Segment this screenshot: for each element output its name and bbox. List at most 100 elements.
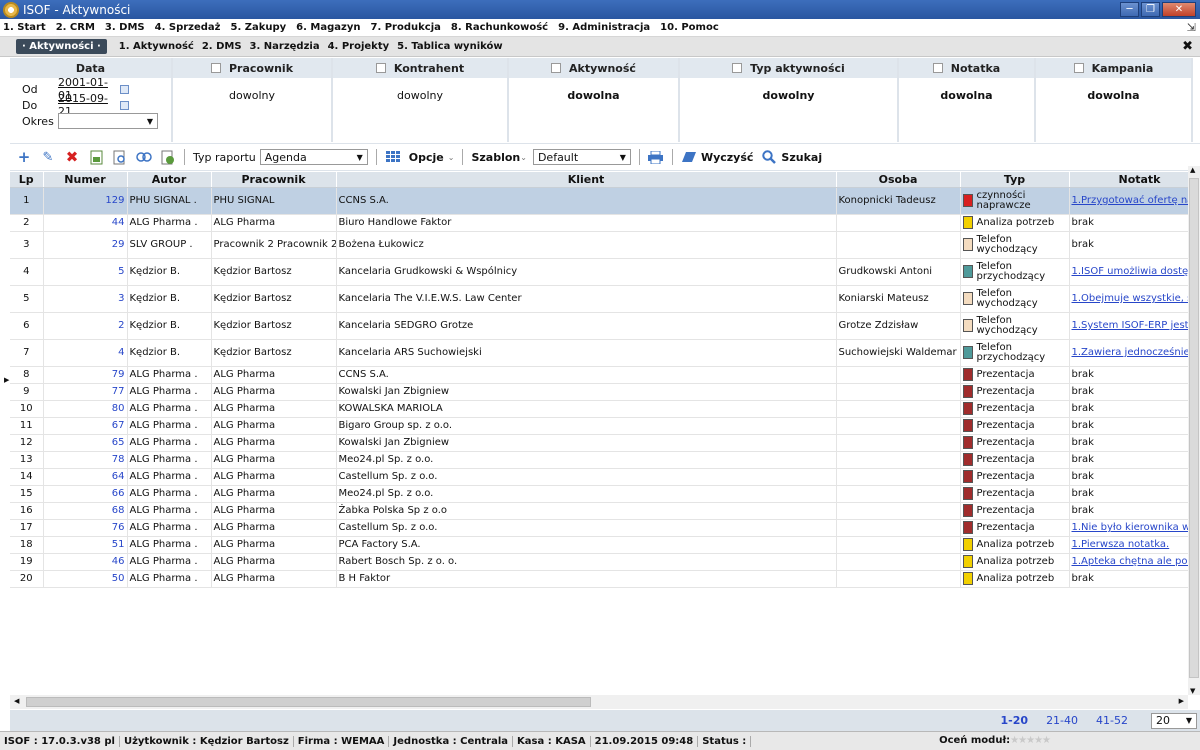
okres-select[interactable]: ▼ (58, 113, 158, 129)
chevron-down-icon[interactable]: ⌄ (448, 153, 455, 162)
print-icon[interactable] (648, 149, 664, 165)
star-icon[interactable]: ★ (1034, 735, 1043, 746)
close-tab-icon[interactable]: ✖ (1182, 39, 1193, 54)
page-link[interactable]: 1-20 (1001, 714, 1029, 727)
menu-item-10[interactable]: 10. Pomoc (655, 22, 724, 33)
run-document-icon[interactable] (160, 149, 176, 165)
delete-icon[interactable]: ✖ (64, 148, 80, 166)
star-icon[interactable]: ★ (1018, 735, 1027, 746)
szablon-select[interactable]: Default ▼ (532, 149, 631, 165)
link-rings-icon[interactable] (136, 149, 152, 165)
column-header[interactable]: Osoba (836, 172, 961, 188)
cell-notatka[interactable]: 1.ISOF umożliwia dostęp (1069, 258, 1188, 286)
cell-numer[interactable]: 79 (43, 366, 128, 384)
eraser-icon[interactable] (681, 149, 697, 165)
cell-numer[interactable]: 51 (43, 536, 128, 554)
tab-aktywnosci[interactable]: · Aktywności · (16, 39, 107, 54)
menu-item-4[interactable]: 4. Sprzedaż (150, 22, 226, 33)
table-row[interactable]: 18 51 ALG Pharma . ALG Pharma PCA Factory S.… (10, 536, 1188, 554)
filter-checkbox[interactable] (210, 63, 221, 73)
table-row[interactable]: 2 44 ALG Pharma . ALG Pharma Biuro Handlowe … (10, 214, 1188, 232)
cell-numer[interactable]: 78 (43, 451, 128, 469)
column-header[interactable]: Pracownik (211, 172, 337, 188)
cell-notatka[interactable]: 1.Przygotować ofertę na (1069, 187, 1188, 215)
table-row[interactable]: 12 65 ALG Pharma . ALG Pharma Kowalski Jan Z… (10, 434, 1188, 452)
scroll-right-icon[interactable]: ▶ (1179, 697, 1184, 705)
cell-numer[interactable]: 3 (43, 285, 128, 313)
table-row[interactable]: 15 66 ALG Pharma . ALG Pharma Meo24.pl Sp. z… (10, 485, 1188, 503)
table-row[interactable]: 11 67 ALG Pharma . ALG Pharma Bigaro Group s… (10, 417, 1188, 435)
table-row[interactable]: 19 46 ALG Pharma . ALG Pharma Rabert Bosch S… (10, 553, 1188, 571)
cell-notatka[interactable]: 1.Nie było kierownika w (1069, 519, 1188, 537)
page-link[interactable]: 21-40 (1046, 714, 1078, 727)
filter-checkbox[interactable] (1073, 63, 1084, 73)
add-icon[interactable]: + (16, 148, 32, 166)
table-row[interactable]: 1 129 PHU SIGNAL . PHU SIGNAL CCNS S.A. Konop… (10, 187, 1188, 215)
vertical-scrollbar[interactable]: ▲ ▼ (1188, 166, 1200, 695)
close-window-icon[interactable]: ✕ (1162, 2, 1196, 17)
cell-numer[interactable]: 29 (43, 231, 128, 259)
horizontal-scrollbar[interactable]: ◀ ▶ (10, 695, 1188, 709)
cell-numer[interactable]: 66 (43, 485, 128, 503)
cell-numer[interactable]: 77 (43, 383, 128, 401)
cell-numer[interactable]: 129 (43, 187, 128, 215)
calendar-icon[interactable] (120, 100, 129, 110)
cell-numer[interactable]: 50 (43, 570, 128, 588)
filter-checkbox[interactable] (732, 63, 743, 73)
tab-3[interactable]: 3. Narzędzia (246, 41, 324, 52)
star-icon[interactable]: ★ (1042, 735, 1051, 746)
szukaj-button[interactable]: Szukaj (781, 151, 822, 164)
typ-raportu-select[interactable]: Agenda ▼ (259, 149, 368, 165)
table-row[interactable]: 7 4 Kędzior B. Kędzior Bartosz Kancelaria AR… (10, 339, 1188, 367)
column-header[interactable]: Typ (960, 172, 1070, 188)
table-row[interactable]: 10 80 ALG Pharma . ALG Pharma KOWALSKA MARIO… (10, 400, 1188, 418)
table-row[interactable]: 16 68 ALG Pharma . ALG Pharma Żabka Polska S… (10, 502, 1188, 520)
cell-numer[interactable]: 67 (43, 417, 128, 435)
menu-item-6[interactable]: 6. Magazyn (291, 22, 365, 33)
cell-notatka[interactable]: 1.System ISOF-ERP jest (1069, 312, 1188, 340)
cell-numer[interactable]: 68 (43, 502, 128, 520)
preview-document-icon[interactable] (112, 149, 128, 165)
szablon-button[interactable]: Szablon (471, 151, 520, 164)
filter-checkbox[interactable] (551, 63, 562, 73)
page-size-select[interactable]: 20 ▼ (1151, 712, 1197, 729)
filter-value[interactable]: dowolna (899, 89, 1034, 102)
menu-item-1[interactable]: 1. Start (0, 22, 51, 33)
cell-numer[interactable]: 80 (43, 400, 128, 418)
menu-item-8[interactable]: 8. Rachunkowość (446, 22, 553, 33)
external-window-icon[interactable]: ⇲ (1187, 21, 1196, 34)
opcje-button[interactable]: Opcje (409, 151, 444, 164)
menu-item-2[interactable]: 2. CRM (51, 22, 100, 33)
page-link[interactable]: 41-52 (1096, 714, 1128, 727)
vertical-scroll-thumb[interactable] (1189, 178, 1199, 678)
cell-notatka[interactable]: 1.Pierwsza notatka. (1069, 536, 1188, 554)
tab-4[interactable]: 4. Projekty (324, 41, 394, 52)
tab-1[interactable]: 1. Aktywność (115, 41, 198, 52)
maximize-icon[interactable]: ❐ (1141, 2, 1160, 17)
horizontal-scroll-thumb[interactable] (26, 697, 591, 707)
wyczysc-button[interactable]: Wyczyść (701, 151, 753, 164)
cell-numer[interactable]: 2 (43, 312, 128, 340)
filter-value[interactable]: dowolny (333, 89, 507, 102)
filter-checkbox[interactable] (375, 63, 386, 73)
table-row[interactable]: 8 79 ALG Pharma . ALG Pharma CCNS S.A. Prezen… (10, 366, 1188, 384)
menu-item-9[interactable]: 9. Administracja (553, 22, 655, 33)
cell-numer[interactable]: 65 (43, 434, 128, 452)
table-row[interactable]: 14 64 ALG Pharma . ALG Pharma Castellum Sp. … (10, 468, 1188, 486)
grid-options-icon[interactable] (385, 149, 401, 165)
search-icon[interactable] (761, 149, 777, 165)
cell-notatka[interactable]: 1.Obejmuje wszystkie, st (1069, 285, 1188, 313)
filter-checkbox[interactable] (932, 63, 943, 73)
cell-notatka[interactable]: 1.Zawiera jednocześnie o (1069, 339, 1188, 367)
table-row[interactable]: 6 2 Kędzior B. Kędzior Bartosz Kancelaria SE… (10, 312, 1188, 340)
column-header[interactable]: Notatk (1069, 172, 1188, 188)
minimize-icon[interactable]: ─ (1120, 2, 1139, 17)
chevron-down-icon[interactable]: ⌄ (520, 153, 527, 162)
menu-item-5[interactable]: 5. Zakupy (225, 22, 291, 33)
filter-value[interactable]: dowolna (509, 89, 678, 102)
column-header[interactable]: Lp (10, 172, 44, 188)
table-row[interactable]: 4 5 Kędzior B. Kędzior Bartosz Kancelaria Gr… (10, 258, 1188, 286)
table-row[interactable]: 13 78 ALG Pharma . ALG Pharma Meo24.pl Sp. z… (10, 451, 1188, 469)
table-row[interactable]: 9 77 ALG Pharma . ALG Pharma Kowalski Jan Zb… (10, 383, 1188, 401)
cell-numer[interactable]: 46 (43, 553, 128, 571)
